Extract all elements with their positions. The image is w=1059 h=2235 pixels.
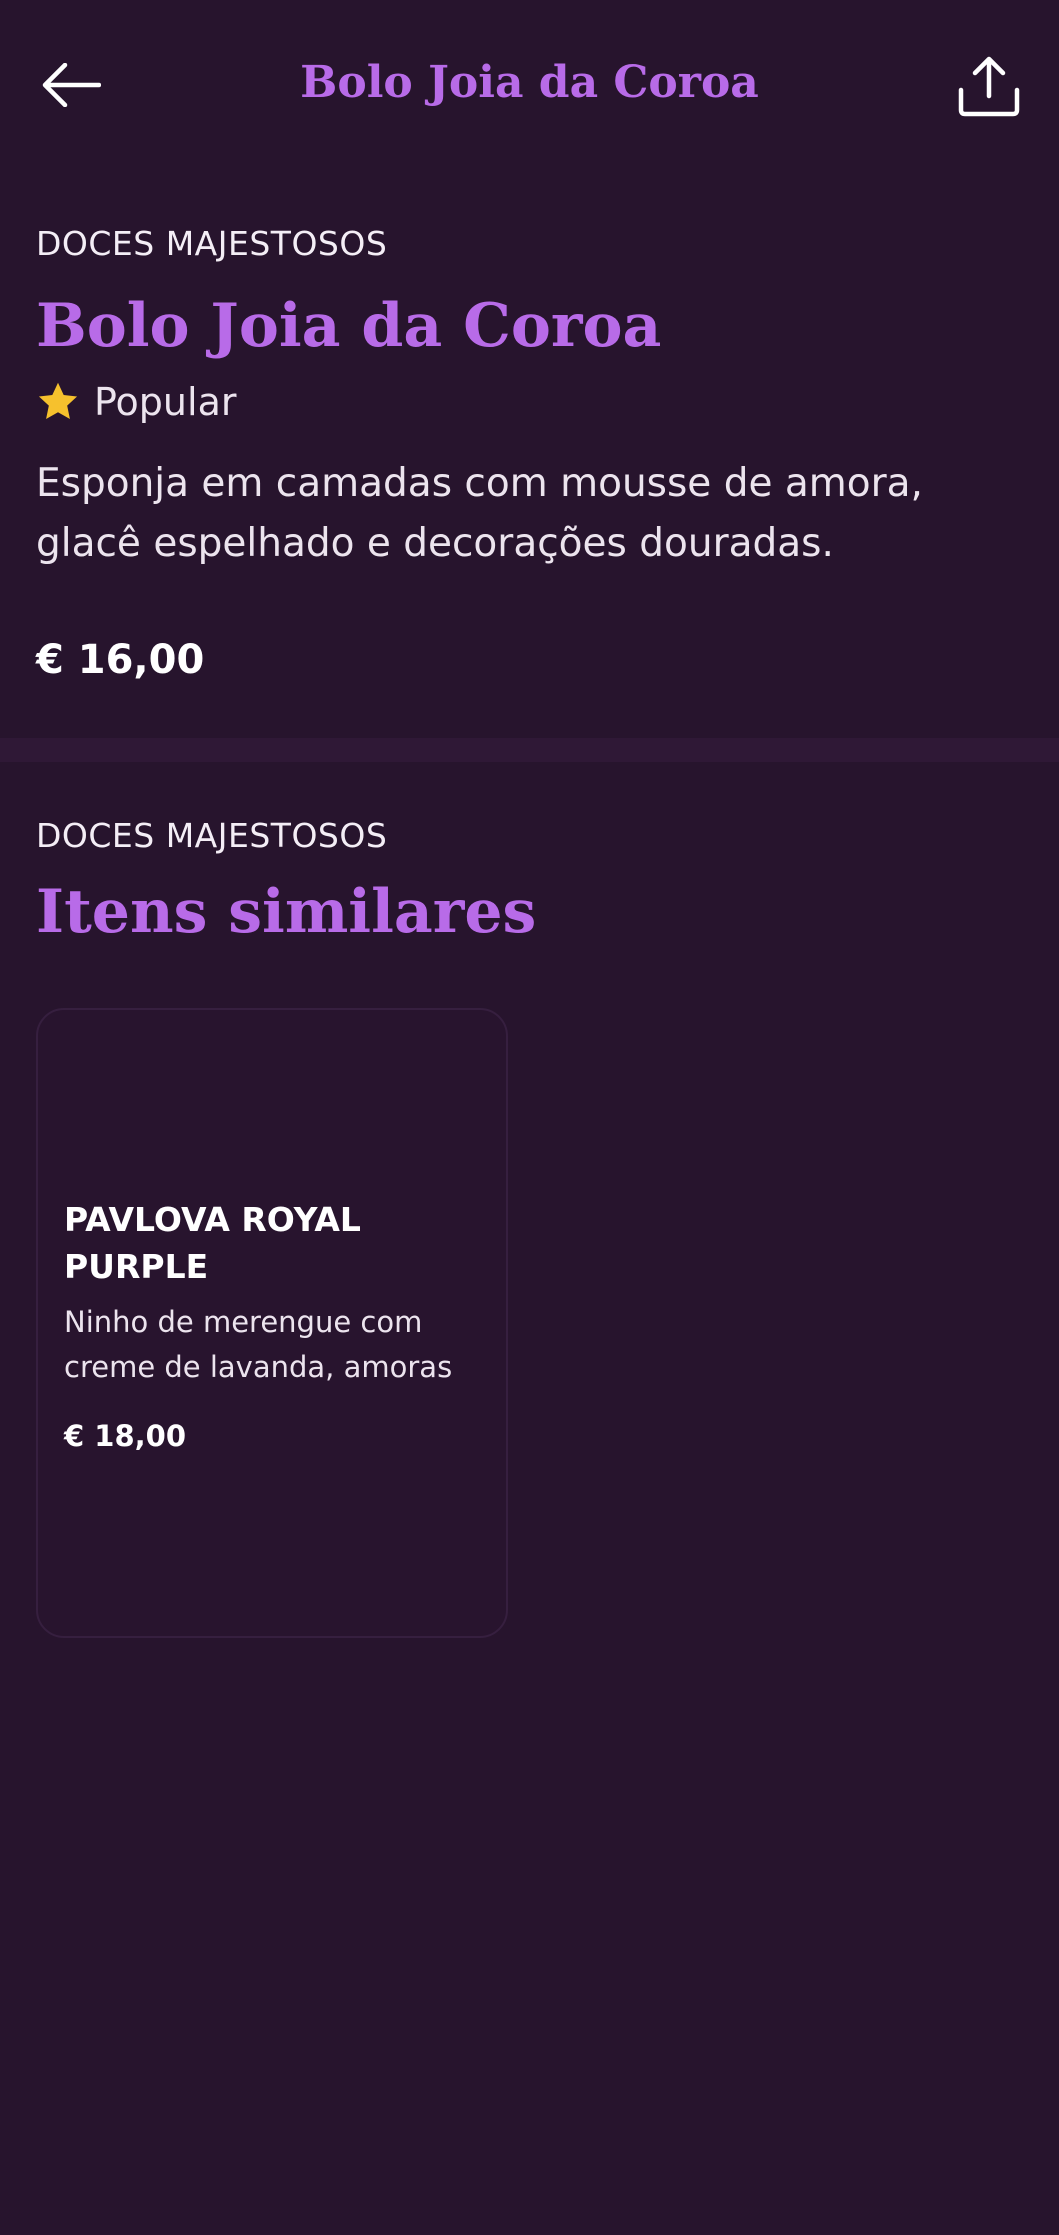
- card-item-name: PAVLOVA ROYAL PURPLE: [64, 1200, 361, 1286]
- badge-label: Popular: [94, 380, 237, 424]
- share-upload-icon: [958, 56, 1020, 117]
- card-item-description: Ninho de merengue com creme de lavanda, …: [64, 1305, 453, 1384]
- section-divider: [0, 738, 1059, 762]
- share-button[interactable]: [953, 50, 1025, 122]
- product-detail: DOCES MAJESTOSOS Bolo Joia da Coroa Popu…: [36, 220, 1026, 688]
- star-icon: [38, 382, 78, 420]
- top-app-bar: Bolo Joia da Coroa: [0, 0, 1059, 168]
- popular-badge: Popular: [36, 374, 1026, 430]
- similar-items-section: DOCES MAJESTOSOS Itens similares: [36, 812, 1026, 952]
- product-title: Bolo Joia da Coroa: [36, 291, 662, 361]
- card-item-price: € 18,00: [64, 1419, 187, 1453]
- similar-item-card[interactable]: PAVLOVA ROYAL PURPLE Ninho de merengue c…: [36, 1008, 508, 1638]
- card-content: PAVLOVA ROYAL PURPLE Ninho de merengue c…: [64, 1196, 484, 1458]
- product-price: € 16,00: [36, 637, 205, 683]
- similar-title: Itens similares: [36, 877, 537, 947]
- product-description: Esponja em camadas com mousse de amora, …: [36, 461, 923, 566]
- header-title: Bolo Joia da Coroa: [300, 57, 759, 108]
- product-category: DOCES MAJESTOSOS: [36, 224, 388, 263]
- similar-category: DOCES MAJESTOSOS: [36, 816, 388, 855]
